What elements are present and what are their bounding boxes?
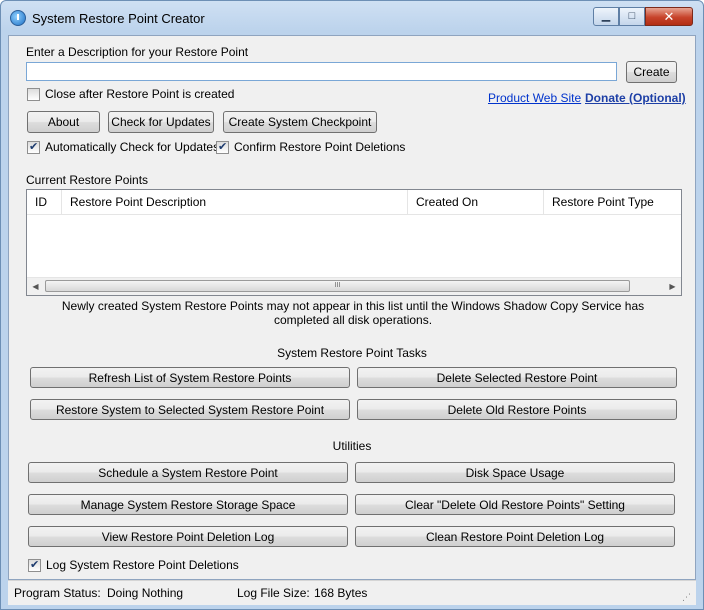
- minimize-button[interactable]: ▁: [593, 7, 619, 26]
- column-header-created-on[interactable]: Created On: [408, 190, 544, 214]
- client-area: Enter a Description for your Restore Poi…: [8, 35, 696, 580]
- restore-selected-button[interactable]: Restore System to Selected System Restor…: [30, 399, 350, 420]
- list-header: ID Restore Point Description Created On …: [27, 190, 681, 215]
- utilities-heading: Utilities: [332, 439, 372, 453]
- check-updates-button[interactable]: Check for Updates: [108, 111, 214, 133]
- close-icon: ✕: [663, 9, 675, 24]
- description-input[interactable]: [26, 62, 617, 81]
- confirm-deletions-checkbox-box[interactable]: [216, 140, 229, 154]
- auto-check-checkbox[interactable]: Automatically Check for Updates: [27, 140, 219, 154]
- maximize-button[interactable]: □: [619, 7, 645, 26]
- scrollbar-thumb[interactable]: III: [45, 280, 630, 292]
- current-restore-points-label: Current Restore Points: [26, 173, 149, 187]
- window-title: System Restore Point Creator: [32, 11, 205, 26]
- refresh-list-button[interactable]: Refresh List of System Restore Points: [30, 367, 350, 388]
- create-checkpoint-button[interactable]: Create System Checkpoint: [223, 111, 377, 133]
- log-deletions-label: Log System Restore Point Deletions: [46, 558, 239, 572]
- app-window: System Restore Point Creator ▁ □ ✕ Enter…: [0, 0, 704, 610]
- close-after-checkbox[interactable]: Close after Restore Point is created: [27, 87, 234, 101]
- tasks-heading: System Restore Point Tasks: [277, 346, 427, 360]
- product-web-site-link[interactable]: Product Web Site: [488, 91, 581, 105]
- close-button[interactable]: ✕: [645, 7, 693, 26]
- restore-points-list[interactable]: ID Restore Point Description Created On …: [26, 189, 682, 296]
- auto-check-label: Automatically Check for Updates: [45, 140, 220, 154]
- confirm-deletions-label: Confirm Restore Point Deletions: [234, 140, 406, 154]
- scroll-left-icon[interactable]: ◀: [27, 278, 44, 295]
- resize-grip-icon[interactable]: ⋰: [682, 592, 692, 602]
- log-deletions-checkbox[interactable]: Log System Restore Point Deletions: [28, 558, 239, 572]
- description-label: Enter a Description for your Restore Poi…: [26, 45, 249, 59]
- clear-setting-button[interactable]: Clear "Delete Old Restore Points" Settin…: [355, 494, 675, 515]
- maximize-icon: □: [628, 10, 636, 22]
- scroll-right-icon[interactable]: ▶: [664, 278, 681, 295]
- column-header-type[interactable]: Restore Point Type: [544, 190, 681, 214]
- status-bar: Program Status: Doing Nothing Log File S…: [8, 580, 696, 605]
- auto-check-checkbox-box[interactable]: [27, 140, 40, 154]
- disk-space-button[interactable]: Disk Space Usage: [355, 462, 675, 483]
- schedule-button[interactable]: Schedule a System Restore Point: [28, 462, 348, 483]
- column-header-id[interactable]: ID: [27, 190, 62, 214]
- title-bar[interactable]: System Restore Point Creator ▁ □ ✕: [1, 1, 703, 35]
- delete-selected-button[interactable]: Delete Selected Restore Point: [357, 367, 677, 388]
- list-note: Newly created System Restore Points may …: [61, 299, 645, 327]
- close-after-label: Close after Restore Point is created: [45, 87, 235, 101]
- column-header-description[interactable]: Restore Point Description: [62, 190, 408, 214]
- manage-storage-button[interactable]: Manage System Restore Storage Space: [28, 494, 348, 515]
- confirm-deletions-checkbox[interactable]: Confirm Restore Point Deletions: [216, 140, 405, 154]
- restore-app-icon: [10, 10, 26, 26]
- delete-old-button[interactable]: Delete Old Restore Points: [357, 399, 677, 420]
- close-after-checkbox-box[interactable]: [27, 87, 40, 101]
- about-button[interactable]: About: [27, 111, 100, 133]
- minimize-icon: ▁: [601, 10, 611, 22]
- log-size-label: Log File Size:: [237, 586, 310, 600]
- log-deletions-checkbox-box[interactable]: [28, 558, 41, 572]
- program-status-label: Program Status:: [14, 586, 101, 600]
- horizontal-scrollbar[interactable]: ◀ III ▶: [27, 277, 681, 295]
- log-size-value: 168 Bytes: [314, 586, 368, 600]
- donate-link[interactable]: Donate (Optional): [585, 91, 686, 105]
- view-log-button[interactable]: View Restore Point Deletion Log: [28, 526, 348, 547]
- create-button[interactable]: Create: [626, 61, 677, 83]
- clean-log-button[interactable]: Clean Restore Point Deletion Log: [355, 526, 675, 547]
- program-status-value: Doing Nothing: [107, 586, 184, 600]
